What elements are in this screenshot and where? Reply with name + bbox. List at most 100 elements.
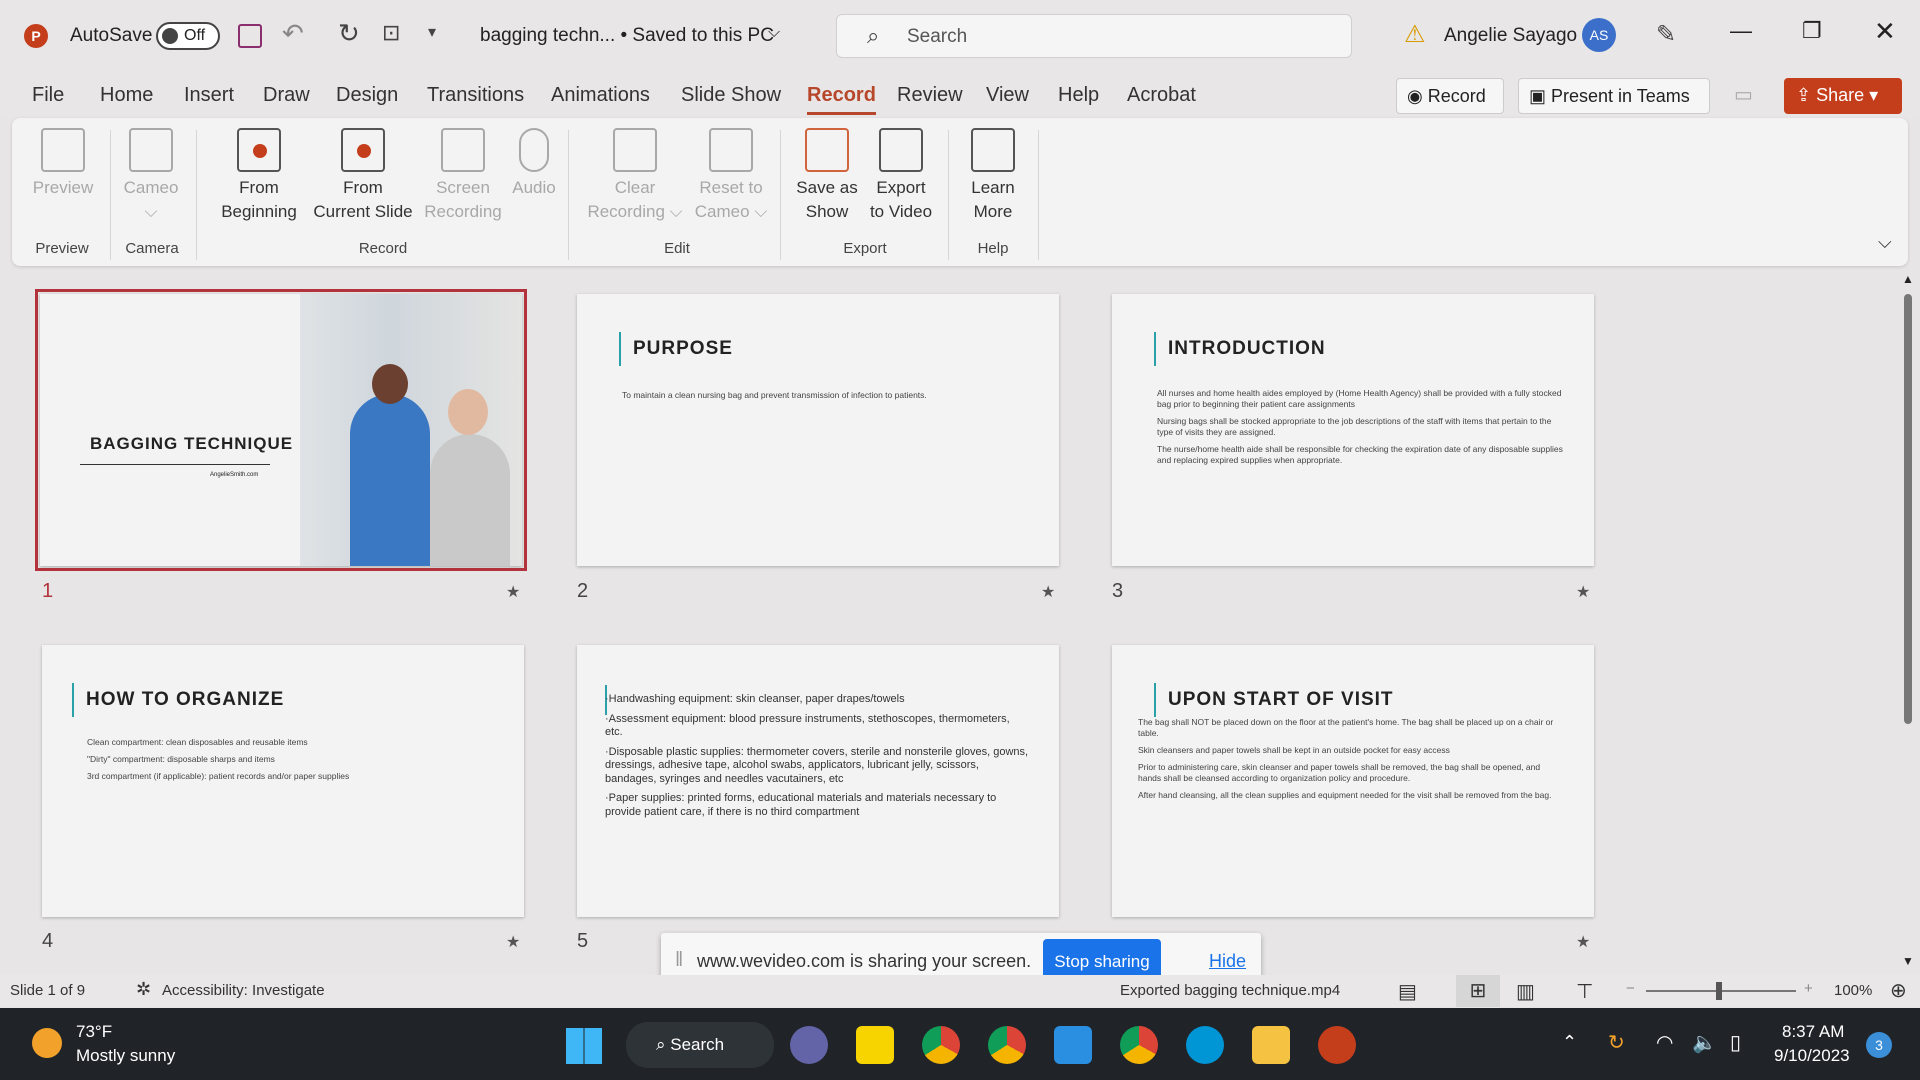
teams-icon[interactable] [790, 1026, 828, 1064]
reset-to-cameo-button[interactable]: Reset to Cameo ⌵ [676, 128, 786, 224]
chrome-icon[interactable] [988, 1026, 1026, 1064]
undo-icon[interactable]: ↶ [282, 18, 304, 49]
weather-desc[interactable]: Mostly sunny [76, 1046, 175, 1066]
slide-number: 3 [1112, 580, 1124, 602]
present-icon[interactable]: ⊡ [382, 20, 400, 46]
reading-view-icon[interactable]: ▥ [1516, 979, 1535, 1004]
battery-icon[interactable]: ▯ [1730, 1030, 1741, 1055]
customize-icon[interactable]: ▾ [428, 22, 436, 42]
hide-link[interactable]: Hide [1209, 951, 1246, 972]
chrome-icon[interactable] [922, 1026, 960, 1064]
slide-thumbnail-1[interactable]: BAGGING TECHNIQUE AngelieSmith.com [35, 289, 527, 571]
tab-draw[interactable]: Draw [263, 84, 310, 107]
fit-to-window-icon[interactable]: ⊕ [1890, 978, 1907, 1003]
slide-thumbnail-2[interactable]: PURPOSE To maintain a clean nursing bag … [577, 294, 1059, 566]
learn-more-button[interactable]: Learn More [948, 128, 1038, 224]
cameo-button[interactable]: Cameo ⌵ [106, 128, 196, 224]
taskbar-search[interactable]: ⌕ Search [626, 1022, 774, 1068]
slide-thumbnail-4[interactable]: HOW TO ORGANIZE Clean compartment: clean… [42, 645, 524, 917]
autosave-toggle[interactable]: Off [156, 22, 220, 50]
record-current-slide-icon [341, 128, 385, 172]
preview-button[interactable]: Preview [18, 128, 108, 200]
clock-time[interactable]: 8:37 AM [1782, 1022, 1844, 1042]
slide-thumbnail-6[interactable]: UPON START OF VISIT The bag shall NOT be… [1112, 645, 1594, 917]
user-name[interactable]: Angelie Sayago [1444, 25, 1577, 47]
slide-title: BAGGING TECHNIQUE [90, 434, 294, 453]
export-to-video-button[interactable]: Export to Video [856, 128, 946, 224]
microphone-icon [519, 128, 549, 172]
hp-icon[interactable] [1186, 1026, 1224, 1064]
tab-acrobat[interactable]: Acrobat [1127, 84, 1196, 107]
chevron-down-icon[interactable]: ⌵ [768, 24, 780, 42]
scrollbar-thumb[interactable] [1904, 294, 1912, 724]
accessibility-icon[interactable]: ✲ [136, 979, 151, 1000]
slideshow-view-icon[interactable]: ⊤ [1576, 979, 1593, 1004]
sticky-notes-icon[interactable] [856, 1026, 894, 1064]
minimize-icon[interactable]: — [1730, 18, 1752, 44]
sync-icon[interactable]: ↻ [1608, 1030, 1625, 1055]
vertical-scrollbar[interactable]: ▲ ▼ [1900, 272, 1916, 972]
wifi-icon[interactable]: ◠ [1656, 1030, 1673, 1055]
tab-transitions[interactable]: Transitions [427, 84, 524, 107]
search-box[interactable]: ⌕ Search [836, 14, 1352, 58]
zoom-out-icon[interactable]: − [1626, 980, 1635, 997]
show-hidden-icons[interactable]: ⌃ [1562, 1032, 1577, 1053]
animation-star-icon: ★ [1041, 584, 1056, 601]
tab-view[interactable]: View [986, 84, 1029, 107]
present-in-teams-button[interactable]: ▣ Present in Teams [1518, 78, 1710, 114]
group-label-help: Help [977, 240, 1009, 257]
tab-record[interactable]: Record [807, 84, 876, 115]
zoom-in-icon[interactable]: + [1804, 980, 1813, 997]
file-explorer-icon[interactable] [1252, 1026, 1290, 1064]
pen-icon[interactable]: ✎ [1656, 20, 1676, 49]
photos-icon[interactable] [1054, 1026, 1092, 1064]
volume-icon[interactable]: 🔈 [1692, 1030, 1717, 1055]
zoom-slider[interactable] [1646, 982, 1796, 1000]
export-video-icon [879, 128, 923, 172]
comments-icon[interactable]: ▭ [1734, 82, 1753, 107]
weather-temp[interactable]: 73°F [76, 1022, 112, 1042]
slide-number: 5 [577, 930, 589, 952]
record-button[interactable]: ◉ Record [1396, 78, 1504, 114]
slide-sorter-view-icon[interactable]: ⊞ [1456, 975, 1500, 1007]
collapse-ribbon-icon[interactable]: ⌵ [1878, 232, 1892, 253]
clock-date[interactable]: 9/10/2023 [1774, 1046, 1850, 1066]
tab-design[interactable]: Design [336, 84, 398, 107]
cameo-icon [129, 128, 173, 172]
group-label-camera: Camera [125, 240, 179, 257]
slide-thumbnail-3[interactable]: INTRODUCTION All nurses and home health … [1112, 294, 1594, 566]
slide-photo [300, 294, 522, 566]
document-title[interactable]: bagging techn... • Saved to this PC [480, 25, 774, 47]
start-icon[interactable] [566, 1028, 602, 1064]
group-label-record: Record [358, 240, 408, 257]
tab-slide-show[interactable]: Slide Show [681, 84, 781, 107]
notification-badge[interactable]: 3 [1866, 1032, 1892, 1058]
restore-icon[interactable]: ❐ [1802, 18, 1822, 44]
weather-icon[interactable] [32, 1028, 62, 1058]
zoom-level[interactable]: 100% [1834, 982, 1872, 999]
warning-icon[interactable]: ⚠ [1404, 20, 1426, 49]
tab-home[interactable]: Home [100, 84, 153, 107]
tab-review[interactable]: Review [897, 84, 963, 107]
export-status: Exported bagging technique.mp4 [1120, 982, 1341, 999]
clear-recording-button[interactable]: Clear Recording ⌵ [580, 128, 690, 224]
tab-animations[interactable]: Animations [551, 84, 650, 107]
drag-handle-icon[interactable]: ‖ [675, 949, 683, 972]
powerpoint-icon[interactable] [1318, 1026, 1356, 1064]
avatar[interactable]: AS [1582, 18, 1616, 52]
tab-insert[interactable]: Insert [184, 84, 234, 107]
clear-recording-icon [613, 128, 657, 172]
close-icon[interactable]: ✕ [1874, 16, 1896, 47]
save-icon[interactable] [238, 24, 262, 48]
tab-file[interactable]: File [32, 84, 64, 107]
redo-icon[interactable]: ↻ [338, 18, 360, 49]
share-button[interactable]: ⇪ Share ▾ [1784, 78, 1902, 114]
slide-count: Slide 1 of 9 [10, 982, 86, 999]
audio-button[interactable]: Audio [494, 128, 574, 200]
slide-thumbnail-5[interactable]: ·Handwashing equipment: skin cleanser, p… [577, 645, 1059, 917]
normal-view-icon[interactable]: ▤ [1398, 979, 1417, 1004]
animation-star-icon: ★ [506, 934, 521, 951]
chrome-icon[interactable] [1120, 1026, 1158, 1064]
tab-help[interactable]: Help [1058, 84, 1099, 107]
accessibility-status[interactable]: Accessibility: Investigate [162, 982, 325, 999]
